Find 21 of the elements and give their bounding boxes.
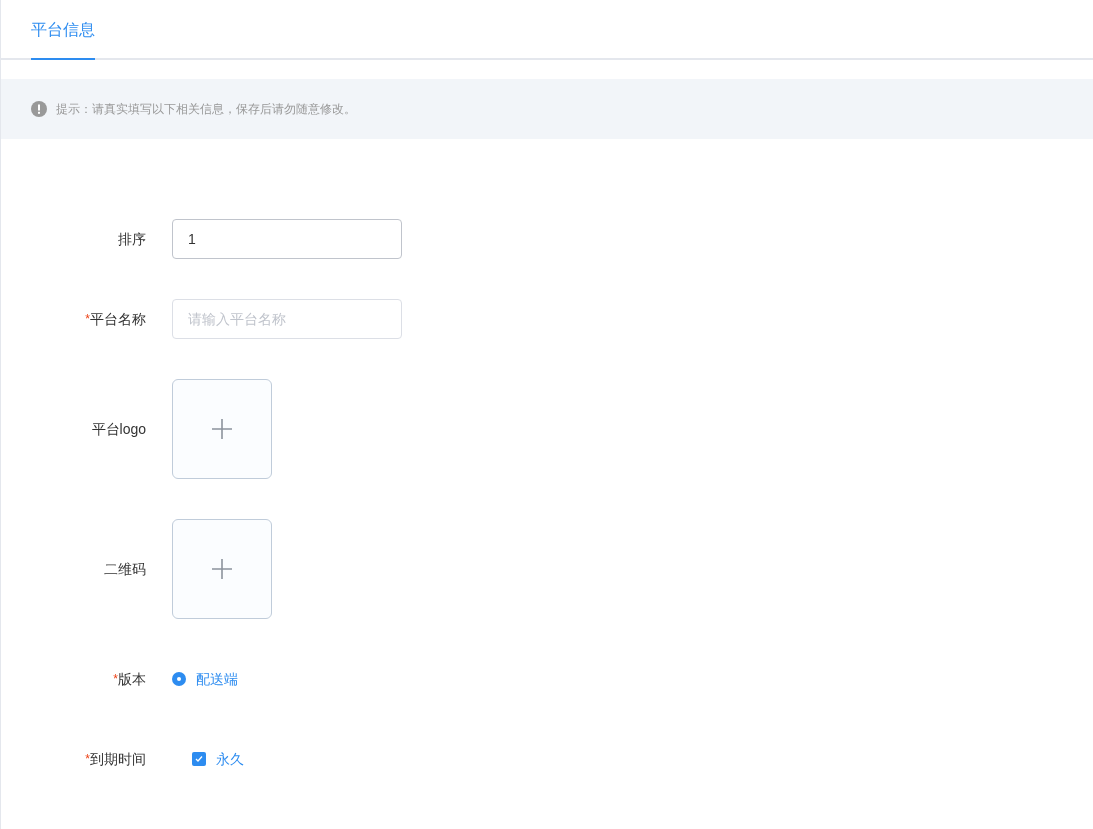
radio-button[interactable] [172, 672, 186, 686]
field-label: 二维码 [104, 559, 146, 579]
field-label: 到期时间 [90, 749, 146, 769]
notice-text: 提示：请真实填写以下相关信息，保存后请勿随意修改。 [56, 101, 356, 118]
plus-icon [211, 558, 233, 580]
radio-label[interactable]: 配送端 [196, 668, 238, 690]
field-label: 平台名称 [90, 309, 146, 329]
required-mark: * [85, 751, 90, 768]
field-label: 排序 [118, 229, 146, 249]
field-label: 平台logo [91, 419, 146, 439]
required-mark: * [113, 671, 118, 688]
tab[interactable]: 平台信息 [31, 0, 95, 60]
check-icon [195, 755, 203, 763]
input-field[interactable]: 1 [172, 219, 402, 259]
checkbox[interactable] [192, 752, 206, 766]
checkbox-label[interactable]: 永久 [216, 748, 244, 770]
exclamation-icon [31, 101, 47, 117]
input-field[interactable]: 请输入平台名称 [172, 299, 402, 339]
field-label: 版本 [118, 669, 146, 689]
required-mark: * [85, 311, 90, 328]
plus-icon [211, 418, 233, 440]
